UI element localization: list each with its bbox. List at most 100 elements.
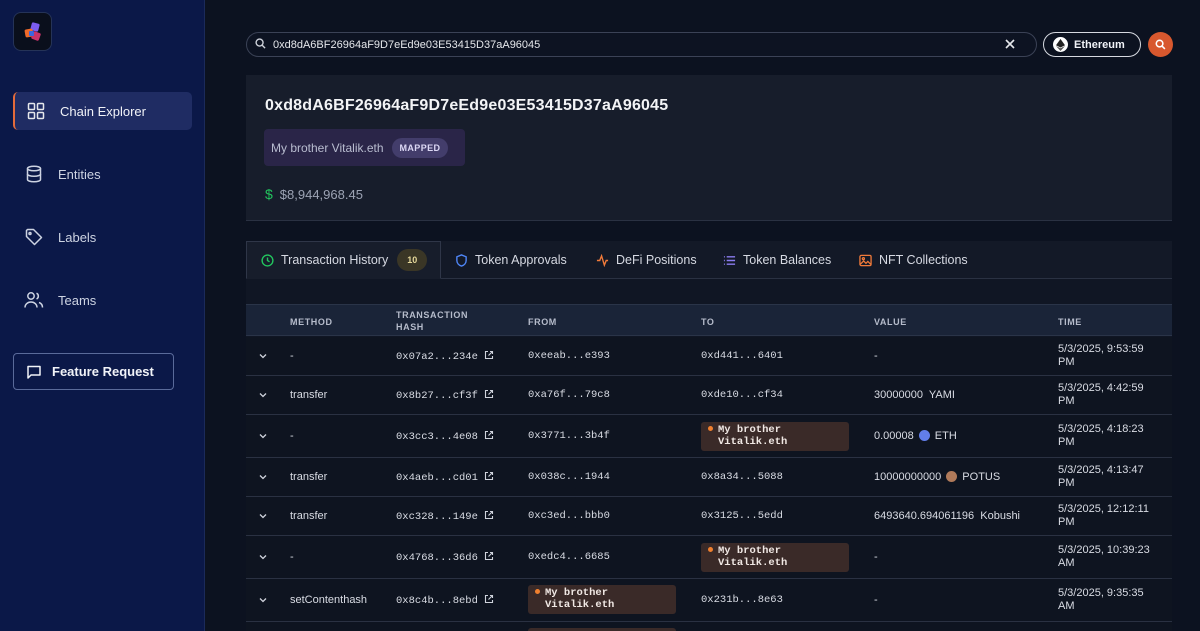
table-row[interactable]: transfer 0xc328...149e 0xc3ed...bbb0 0x3… — [246, 497, 1172, 536]
main-content: Ethereum 0xd8dA6BF26964aF9D7eEd9e03E5341… — [205, 0, 1200, 631]
tag-icon — [24, 227, 44, 247]
potus-token-icon — [946, 471, 958, 482]
entity-dot-icon — [708, 547, 713, 552]
sidebar-item-entities[interactable]: Entities — [13, 155, 192, 193]
database-icon — [24, 164, 44, 184]
external-link-icon[interactable] — [484, 551, 494, 561]
hash-cell[interactable]: 0x07a2...234e — [396, 350, 494, 363]
tab-nft-collections[interactable]: NFT Collections — [858, 241, 968, 279]
feature-request-button[interactable]: Feature Request — [13, 353, 174, 390]
from-cell[interactable]: 0x3771...3b4f — [528, 430, 610, 442]
chevron-down-icon[interactable] — [258, 390, 268, 400]
external-link-icon[interactable] — [484, 350, 494, 360]
sidebar-item-teams[interactable]: Teams — [13, 281, 192, 319]
sidebar-item-labels[interactable]: Labels — [13, 218, 192, 256]
value-cell: 10000000000 POTUS — [874, 471, 1001, 483]
users-icon — [24, 290, 44, 310]
search-input[interactable] — [273, 38, 973, 51]
address-balance: $ $8,944,968.45 — [265, 186, 363, 202]
value-cell: 6493640.694061196 Kobushi — [874, 510, 1021, 522]
entity-chip[interactable]: My brother Vitalik.eth — [528, 585, 676, 614]
address-panel: 0xd8dA6BF26964aF9D7eEd9e03E53415D37aA960… — [246, 75, 1172, 221]
tab-token-approvals[interactable]: Token Approvals — [454, 241, 567, 279]
network-selector[interactable]: Ethereum — [1043, 32, 1141, 57]
app-logo[interactable] — [13, 12, 52, 51]
address-label-text: My brother Vitalik.eth — [271, 140, 384, 155]
time-cell: 5/3/2025, 4:13:47 PM — [1058, 464, 1144, 489]
time-cell: 5/3/2025, 9:35:35 AM — [1058, 587, 1144, 612]
clear-search-icon[interactable] — [1002, 36, 1018, 52]
value-cell: - — [874, 350, 878, 362]
to-cell[interactable]: 0x3125...5edd — [701, 510, 783, 522]
external-link-icon[interactable] — [484, 510, 494, 520]
hash-cell[interactable]: 0x3cc3...4e08 — [396, 430, 494, 443]
entity-dot-icon — [708, 426, 713, 431]
chevron-down-icon[interactable] — [258, 595, 268, 605]
external-link-icon[interactable] — [484, 430, 494, 440]
search-bar[interactable] — [246, 32, 1037, 57]
from-cell[interactable]: 0xedc4...6685 — [528, 551, 610, 563]
sidebar-item-label: Entities — [58, 166, 101, 182]
method-cell: transfer — [290, 471, 328, 483]
sidebar-item-label: Chain Explorer — [60, 103, 146, 119]
app-root: Chain Explorer Entities Labels Teams Fea — [0, 0, 1200, 631]
from-cell[interactable]: 0xeeab...e393 — [528, 350, 610, 362]
time-cell: 5/3/2025, 9:53:59 PM — [1058, 343, 1144, 368]
table-row[interactable]: setContenthash 0x8c4b...8ebd My brother … — [246, 579, 1172, 622]
column-header-value: VALUE — [874, 317, 907, 327]
external-link-icon[interactable] — [484, 389, 494, 399]
eth-token-icon — [918, 430, 930, 441]
method-cell: - — [290, 430, 294, 442]
page-title: 0xd8dA6BF26964aF9D7eEd9e03E53415D37aA960… — [265, 97, 669, 114]
to-cell[interactable]: 0xd441...6401 — [701, 350, 783, 362]
external-link-icon[interactable] — [484, 594, 494, 604]
to-cell[interactable]: 0xde10...cf34 — [701, 389, 783, 401]
tab-label: NFT Collections — [879, 253, 968, 267]
hash-cell[interactable]: 0x8b27...cf3f — [396, 389, 494, 402]
entity-chip[interactable]: My brother Vitalik.eth — [701, 422, 849, 451]
to-cell[interactable]: 0x8a34...5088 — [701, 471, 783, 483]
hash-cell[interactable]: 0x4aeb...cd01 — [396, 471, 494, 484]
value-cell: - — [874, 551, 878, 563]
tab-transaction-history[interactable]: Transaction History 10 — [246, 241, 442, 279]
table-row[interactable] — [246, 622, 1172, 631]
hash-cell[interactable]: 0xc328...149e — [396, 510, 494, 523]
hash-cell[interactable]: 0x8c4b...8ebd — [396, 594, 494, 607]
tab-defi-positions[interactable]: DeFi Positions — [595, 241, 697, 279]
value-cell: 30000000 YAMI — [874, 389, 955, 401]
chevron-down-icon[interactable] — [258, 351, 268, 361]
table-row[interactable]: transfer 0x4aeb...cd01 0x038c...1944 0x8… — [246, 458, 1172, 497]
shield-icon — [454, 253, 468, 267]
ethereum-icon — [1053, 37, 1068, 52]
chevron-down-icon[interactable] — [258, 552, 268, 562]
chevron-down-icon[interactable] — [258, 511, 268, 521]
search-icon — [1155, 39, 1166, 50]
search-submit-button[interactable] — [1148, 32, 1173, 57]
from-cell[interactable]: 0xa76f...79c8 — [528, 389, 610, 401]
external-link-icon[interactable] — [484, 471, 494, 481]
chevron-down-icon[interactable] — [258, 431, 268, 441]
table-row[interactable]: - 0x3cc3...4e08 0x3771...3b4f My brother… — [246, 415, 1172, 458]
hash-cell[interactable]: 0x4768...36d6 — [396, 551, 494, 564]
time-cell: 5/3/2025, 12:12:11 PM — [1058, 503, 1149, 528]
image-icon — [858, 253, 872, 267]
method-cell: transfer — [290, 389, 328, 401]
to-cell[interactable]: 0x231b...8e63 — [701, 594, 783, 606]
from-cell[interactable]: 0x038c...1944 — [528, 471, 610, 483]
column-header-hash: TRANSACTION HASH — [396, 310, 469, 332]
sidebar-item-chain-explorer[interactable]: Chain Explorer — [13, 92, 192, 130]
table-row[interactable]: - 0x4768...36d6 0xedc4...6685 My brother… — [246, 536, 1172, 579]
tab-token-balances[interactable]: Token Balances — [722, 241, 831, 279]
address-label-chip[interactable]: My brother Vitalik.eth MAPPED — [264, 129, 465, 166]
table-row[interactable]: transfer 0x8b27...cf3f 0xa76f...79c8 0xd… — [246, 376, 1172, 415]
entity-chip[interactable]: My brother Vitalik.eth — [701, 543, 849, 572]
table-row[interactable]: - 0x07a2...234e 0xeeab...e393 0xd441...6… — [246, 337, 1172, 376]
method-cell: transfer — [290, 510, 328, 522]
activity-icon — [595, 253, 609, 267]
mapped-badge: MAPPED — [391, 137, 449, 158]
from-cell[interactable]: 0xc3ed...bbb0 — [528, 510, 610, 522]
chevron-down-icon[interactable] — [258, 472, 268, 482]
tab-label: DeFi Positions — [616, 253, 697, 267]
clock-icon — [260, 253, 274, 267]
sidebar: Chain Explorer Entities Labels Teams Fea — [0, 0, 205, 631]
